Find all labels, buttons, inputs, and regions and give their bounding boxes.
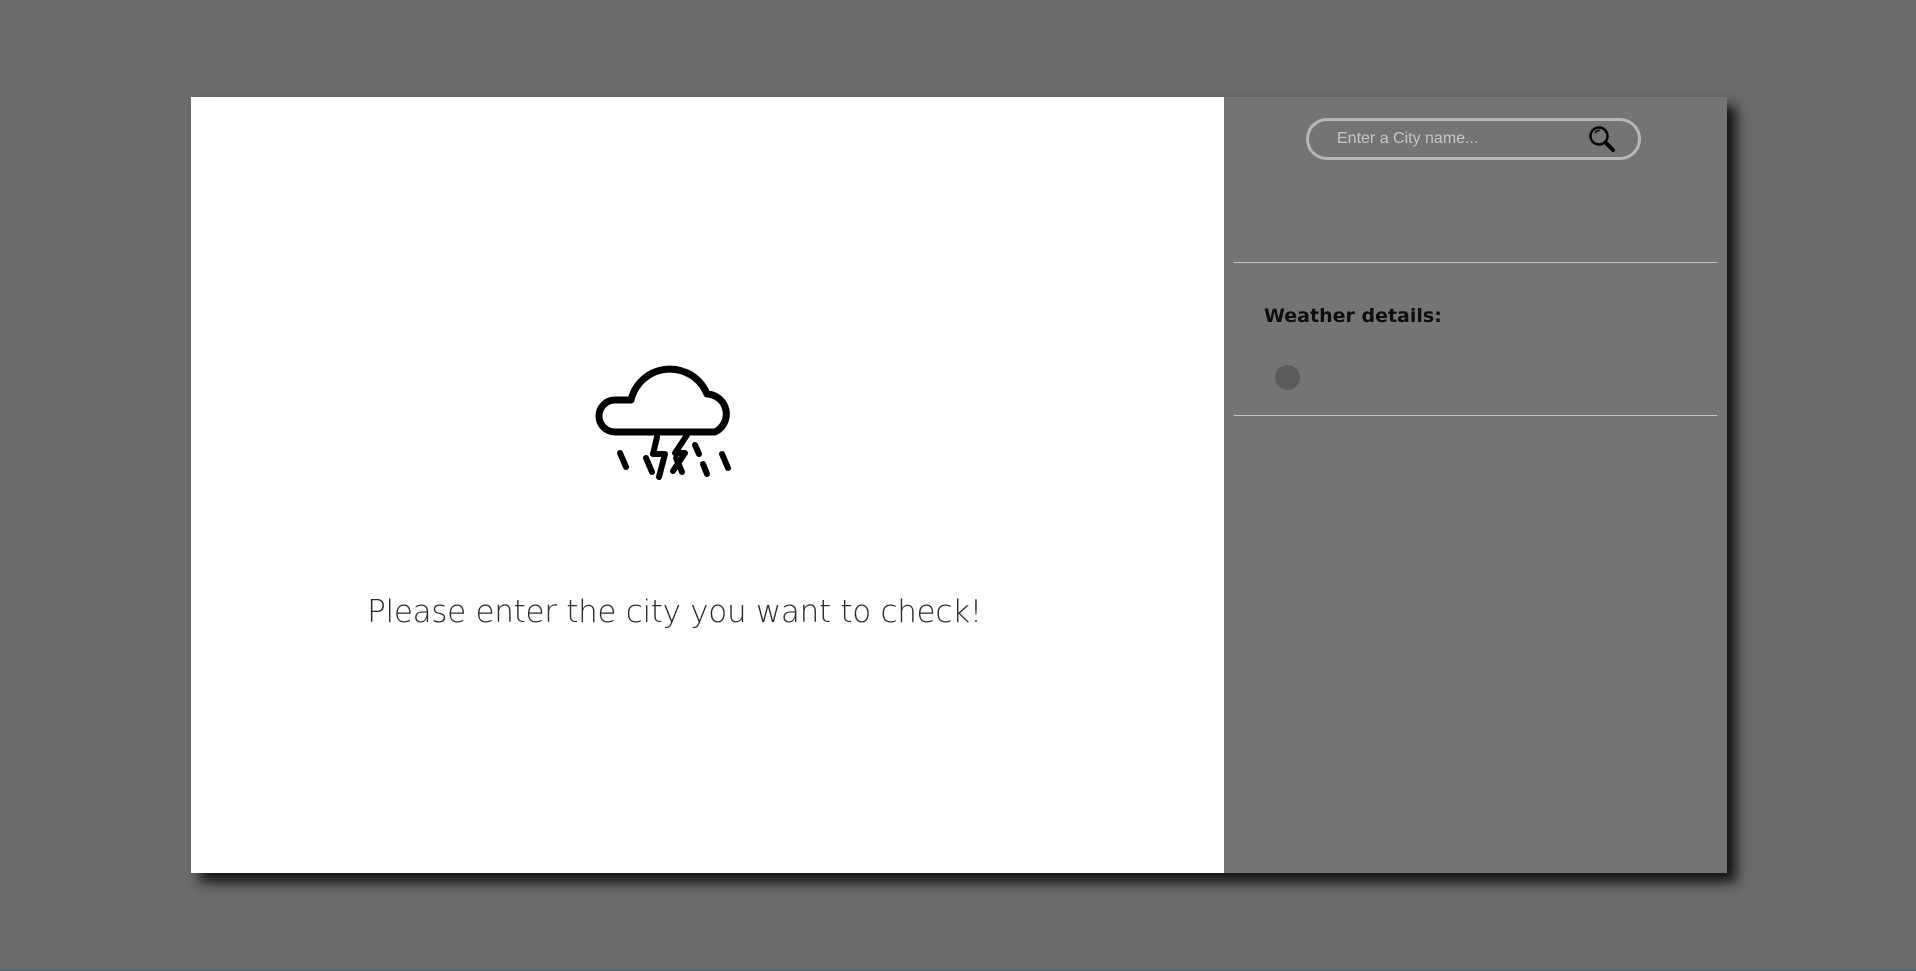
weather-details-title: Weather details: <box>1264 305 1442 327</box>
search-icon <box>1589 126 1615 152</box>
city-prompt-text: Please enter the city you want to check! <box>367 594 982 630</box>
main-panel: Please enter the city you want to check! <box>191 97 1224 873</box>
divider-bottom <box>1234 415 1717 416</box>
divider-top <box>1234 262 1717 263</box>
search-bar <box>1306 118 1641 160</box>
search-button[interactable] <box>1580 121 1624 157</box>
city-search-input[interactable] <box>1309 120 1580 158</box>
details-bullet-indicator <box>1275 365 1300 390</box>
side-panel: Weather details: <box>1224 97 1727 873</box>
weather-app-card: Please enter the city you want to check!… <box>191 97 1727 873</box>
thunderstorm-rain-icon <box>595 365 731 480</box>
